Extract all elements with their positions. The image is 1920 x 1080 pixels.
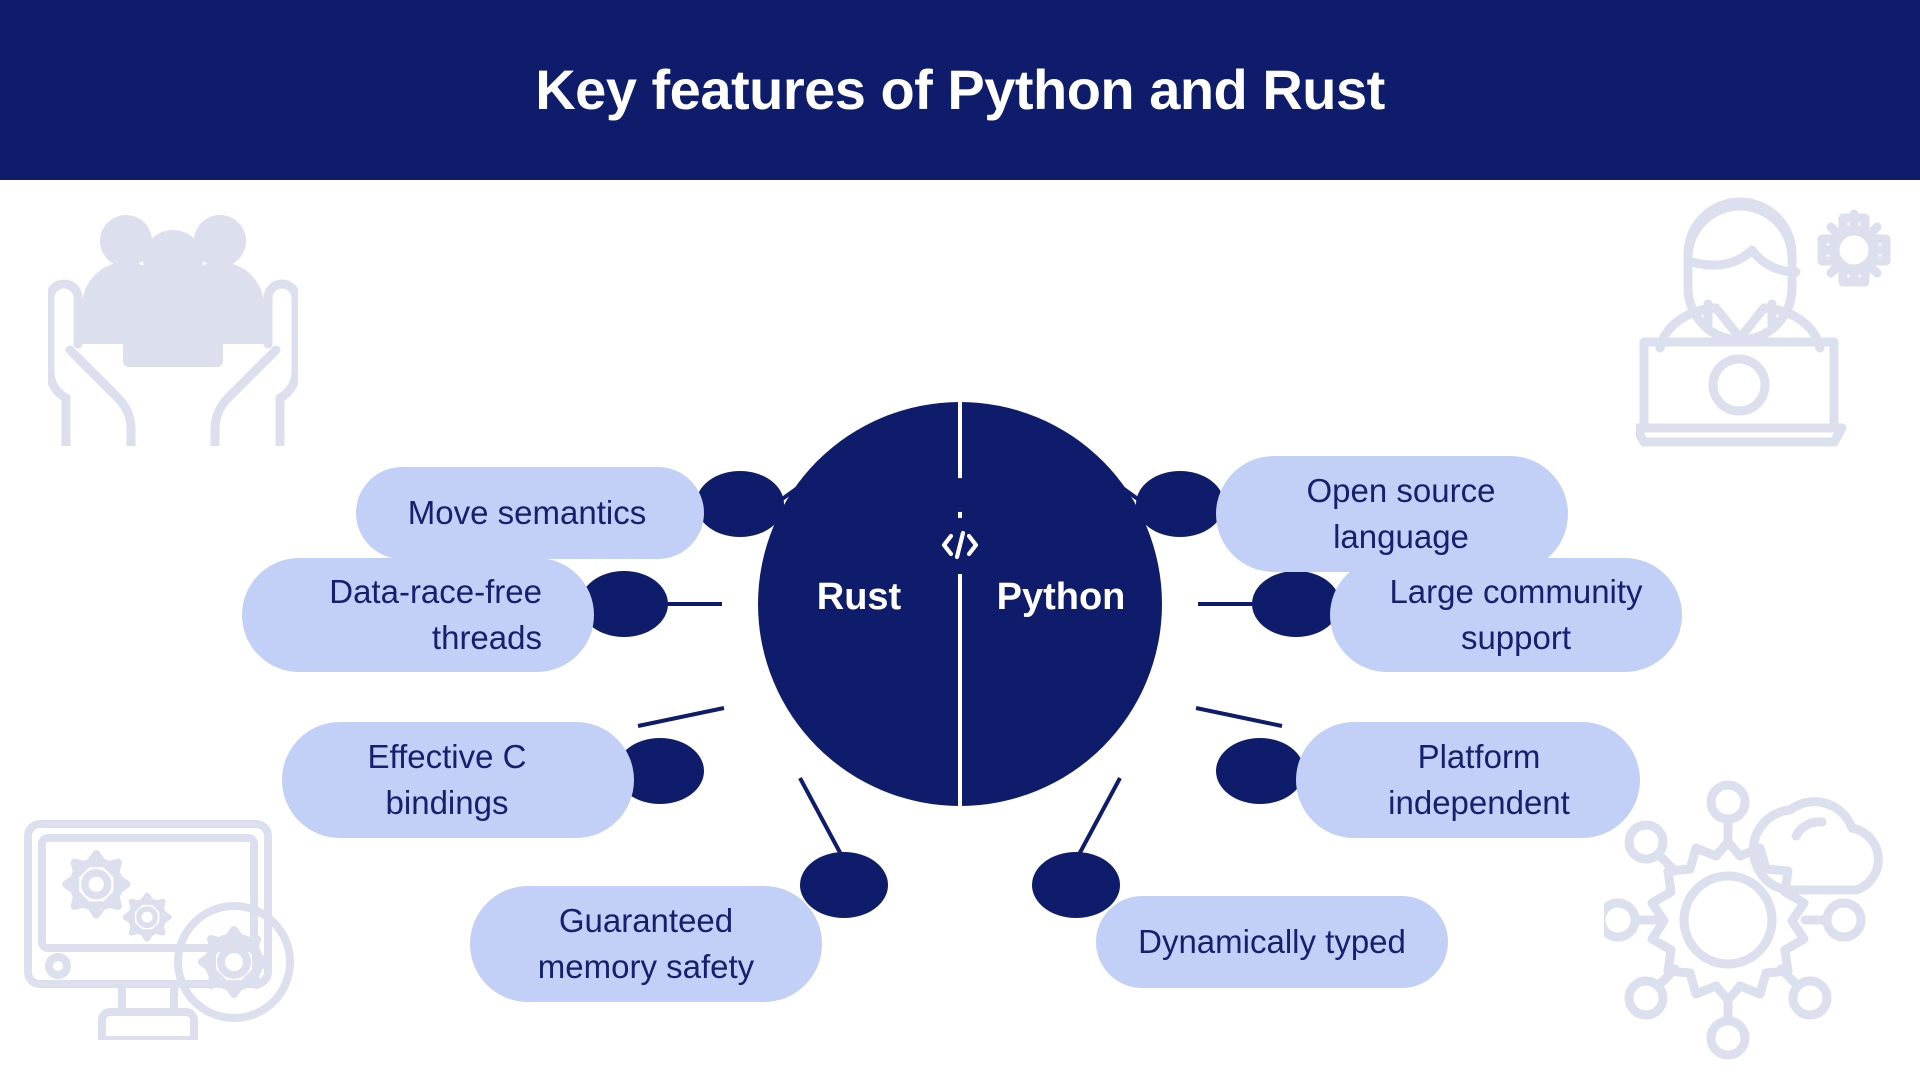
node-dot-memory-safety [800, 852, 888, 918]
feature-pill-community-support[interactable]: Large community support [1330, 558, 1682, 672]
feature-label-platform-independent: Platform independent [1388, 738, 1570, 821]
feature-label-data-race-free: Data-race-free threads [329, 573, 542, 656]
page-title: Key features of Python and Rust [535, 58, 1385, 122]
node-dot-platform-independent [1216, 738, 1304, 804]
feature-pill-memory-safety[interactable]: Guaranteed memory safety [470, 886, 822, 1002]
feature-pill-move-semantics[interactable]: Move semantics [356, 467, 704, 559]
node-dot-community-support [1252, 571, 1340, 637]
feature-pill-effective-c-bindings[interactable]: Effective C bindings [282, 722, 634, 838]
center-divider [958, 358, 962, 806]
feature-pill-platform-independent[interactable]: Platform independent [1296, 722, 1640, 838]
node-dot-dynamically-typed [1032, 852, 1120, 918]
feature-pill-dynamically-typed[interactable]: Dynamically typed [1096, 896, 1448, 988]
node-dot-move-semantics [696, 471, 784, 537]
center-label-rust: Rust [816, 576, 902, 618]
infographic-canvas: Key features of Python and Rust Rust Pyt… [0, 0, 1920, 1080]
feature-label-move-semantics: Move semantics [407, 494, 647, 532]
feature-label-effective-c-bindings: Effective C bindings [367, 738, 527, 821]
center-label-python: Python [996, 576, 1126, 618]
feature-label-open-source: Open source language [1306, 472, 1496, 555]
header-banner: Key features of Python and Rust [0, 0, 1920, 180]
node-dot-open-source [1136, 471, 1224, 537]
node-dot-data-race-free [580, 571, 668, 637]
feature-diagram: Rust Python Move semantics Data-race-fre… [0, 180, 1920, 1080]
feature-label-memory-safety: Guaranteed memory safety [537, 902, 755, 985]
feature-label-dynamically-typed: Dynamically typed [1138, 923, 1406, 961]
feature-label-community-support: Large community support [1389, 573, 1643, 656]
developer-code-icon [919, 478, 1001, 574]
feature-pill-data-race-free[interactable]: Data-race-free threads [242, 558, 594, 672]
center-circle: Rust Python [758, 358, 1162, 806]
feature-pill-open-source[interactable]: Open source language [1216, 456, 1568, 572]
